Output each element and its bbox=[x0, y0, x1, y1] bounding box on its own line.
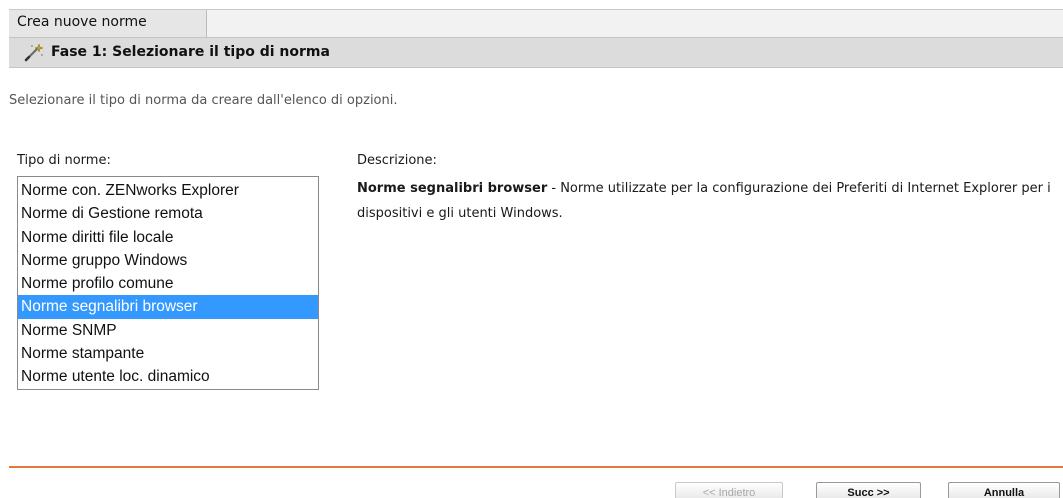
wand-icon bbox=[23, 43, 45, 63]
policy-type-listbox[interactable]: Norme con. ZENworks Explorer Norme di Ges… bbox=[17, 176, 319, 390]
step-header: Fase 1: Selezionare il tipo di norma bbox=[9, 37, 1063, 68]
description-text: Norme segnalibri browser - Norme utilizz… bbox=[357, 176, 1063, 226]
policy-type-option[interactable]: Norme utente loc. dinamico bbox=[18, 365, 318, 388]
policy-type-option[interactable]: Norme segnalibri browser bbox=[18, 295, 318, 319]
policy-type-label: Tipo di norme: bbox=[17, 153, 111, 168]
policy-type-option[interactable]: Norme stampante bbox=[18, 342, 318, 365]
intro-text: Selezionare il tipo di norma da creare d… bbox=[9, 93, 398, 108]
description-label: Descrizione: bbox=[357, 153, 437, 168]
back-button[interactable]: << Indietro bbox=[675, 482, 783, 498]
next-button[interactable]: Succ >> bbox=[816, 482, 921, 498]
footer-divider bbox=[9, 466, 1063, 468]
cancel-button[interactable]: Annulla bbox=[948, 482, 1060, 498]
title-bar: Crea nuove norme bbox=[9, 9, 1063, 37]
step-title: Fase 1: Selezionare il tipo di norma bbox=[51, 44, 330, 60]
policy-type-option[interactable]: Norme di Gestione remota bbox=[18, 202, 318, 225]
policy-type-option[interactable]: Norme profilo comune bbox=[18, 272, 318, 295]
create-policy-wizard: Crea nuove norme Fase 1: Selezionare il … bbox=[0, 0, 1063, 498]
page-title: Crea nuove norme bbox=[9, 10, 207, 37]
policy-type-option[interactable]: Norme SNMP bbox=[18, 319, 318, 342]
policy-type-option[interactable]: Norme con. ZENworks Explorer bbox=[18, 179, 318, 202]
policy-type-option[interactable]: Norme diritti file locale bbox=[18, 226, 318, 249]
policy-type-option[interactable]: Norme gruppo Windows bbox=[18, 249, 318, 272]
description-policy-name: Norme segnalibri browser bbox=[357, 181, 548, 196]
